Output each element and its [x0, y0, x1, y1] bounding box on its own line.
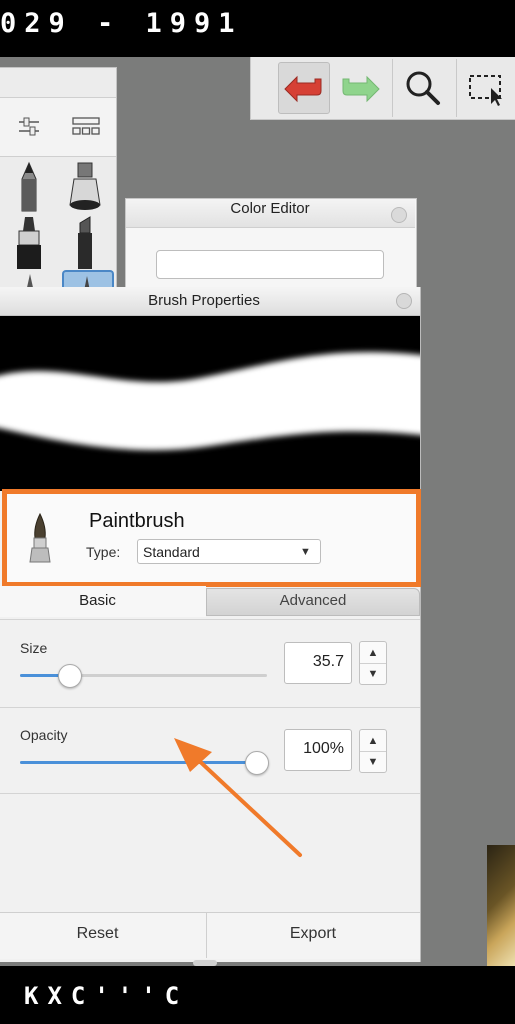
toolbar-separator — [392, 59, 393, 117]
sliders-icon[interactable] — [16, 114, 42, 140]
brush-properties-title: Brush Properties — [148, 292, 260, 309]
color-editor-title: Color Editor — [230, 200, 310, 217]
bottom-overlay-text: KXC'''C — [24, 982, 189, 1010]
brush-name: Paintbrush — [89, 510, 185, 532]
divider — [0, 619, 420, 620]
background-photo-strip — [487, 845, 515, 966]
size-stepper[interactable]: ▲ ▼ — [359, 641, 387, 685]
brush-info-box — [2, 489, 421, 587]
type-select-value: Standard — [143, 544, 200, 560]
color-hex-field[interactable] — [156, 250, 384, 279]
chisel-marker-tool-icon[interactable] — [62, 212, 108, 274]
increment-arrow-icon[interactable]: ▲ — [360, 730, 386, 752]
magnifier-icon — [406, 71, 440, 105]
brush-properties-close-button[interactable] — [396, 293, 412, 309]
decrement-arrow-icon[interactable]: ▼ — [360, 663, 386, 684]
selection-icon — [469, 75, 502, 106]
size-label: Size — [20, 640, 48, 656]
undo-button[interactable] — [278, 62, 330, 114]
color-editor-close-button[interactable] — [391, 207, 407, 223]
chevron-down-icon: ▼ — [300, 546, 311, 558]
top-overlay-text: 029 - 1991 — [0, 8, 243, 39]
redo-arrow-icon — [342, 75, 380, 103]
opacity-stepper[interactable]: ▲ ▼ — [359, 729, 387, 773]
opacity-label: Opacity — [20, 727, 68, 743]
tab-advanced-label: Advanced — [279, 592, 347, 609]
annotation-arrow-icon — [174, 738, 302, 857]
brush-stroke-preview — [0, 316, 420, 491]
decrement-arrow-icon[interactable]: ▼ — [360, 751, 386, 772]
reset-button[interactable]: Reset — [0, 925, 195, 943]
marker-tool-icon[interactable] — [6, 212, 52, 274]
brush-library-tabs — [0, 97, 116, 157]
redo-button[interactable] — [335, 63, 385, 113]
paintbrush-icon — [29, 512, 51, 563]
selection-button[interactable] — [462, 63, 512, 113]
grid-view-icon[interactable] — [72, 116, 100, 138]
zoom-button[interactable] — [398, 63, 448, 113]
increment-arrow-icon[interactable]: ▲ — [360, 642, 386, 664]
undo-arrow-icon — [284, 75, 322, 103]
export-button[interactable]: Export — [206, 925, 420, 943]
toolbar-separator — [456, 59, 457, 117]
divider — [0, 707, 420, 708]
airbrush-tool-icon[interactable] — [62, 156, 108, 218]
pencil-tool-icon[interactable] — [6, 156, 52, 218]
tab-basic-label: Basic — [79, 592, 116, 609]
size-value-field[interactable]: 35.7 — [284, 642, 352, 684]
type-label: Type: — [86, 544, 121, 560]
